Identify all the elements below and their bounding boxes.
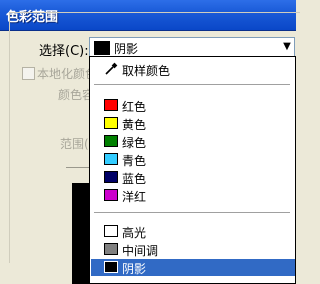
list-item-highlights[interactable]: 高光 — [91, 223, 295, 240]
item-label: 青色 — [122, 154, 147, 168]
chevron-down-icon[interactable]: ▼ — [280, 38, 294, 56]
list-item-cyans[interactable]: 青色 — [91, 151, 295, 168]
separator — [94, 212, 290, 213]
list-item-greens[interactable]: 绿色 — [91, 133, 295, 150]
list-item-reds[interactable]: 红色 — [91, 97, 295, 114]
selected-value: 阴影 — [114, 42, 139, 56]
color-swatch — [104, 117, 118, 129]
list-item-yellows[interactable]: 黄色 — [91, 115, 295, 132]
item-label: 中间调 — [122, 244, 159, 258]
selected-swatch — [94, 41, 110, 55]
item-label: 蓝色 — [122, 172, 147, 186]
range-label: 范围( — [60, 137, 89, 151]
select-dropdown-list[interactable]: 取样颜色 红色 黄色 绿色 青色 蓝色 洋红 高光 中间调 阴影 — [89, 56, 296, 284]
item-label: 高光 — [122, 226, 147, 240]
list-item-blues[interactable]: 蓝色 — [91, 169, 295, 186]
color-swatch — [104, 171, 118, 183]
color-swatch — [104, 153, 118, 165]
select-label: 选择(C): — [39, 44, 89, 59]
color-swatch — [104, 135, 118, 147]
color-swatch — [104, 225, 118, 237]
item-label: 取样颜色 — [122, 64, 171, 78]
eyedropper-icon — [105, 62, 118, 75]
localized-clusters-checkbox[interactable] — [22, 67, 35, 80]
color-swatch — [104, 189, 118, 201]
item-label: 黄色 — [122, 118, 147, 132]
select-combobox[interactable]: 阴影 ▼ — [89, 37, 295, 57]
separator — [94, 84, 290, 85]
localized-clusters-label: 本地化颜色 — [37, 67, 98, 81]
item-label: 红色 — [122, 100, 147, 114]
color-swatch — [104, 99, 118, 111]
item-label: 洋红 — [122, 190, 147, 204]
list-item-shadows[interactable]: 阴影 — [91, 259, 295, 276]
list-item-midtones[interactable]: 中间调 — [91, 241, 295, 258]
color-swatch — [104, 261, 118, 273]
list-item-sample-color[interactable]: 取样颜色 — [91, 61, 295, 78]
item-label: 阴影 — [122, 262, 147, 276]
color-swatch — [104, 243, 118, 255]
list-item-magentas[interactable]: 洋红 — [91, 187, 295, 204]
item-label: 绿色 — [122, 136, 147, 150]
